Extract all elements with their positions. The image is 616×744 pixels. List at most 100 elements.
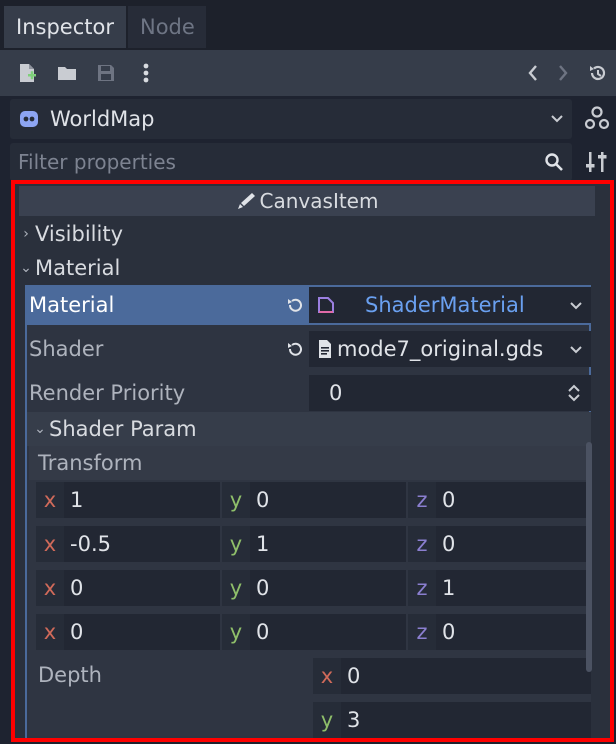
depth-x-row: x0 (313, 656, 591, 696)
transform-0-z-value: 0 (442, 488, 456, 512)
chevron-right-icon: › (23, 226, 29, 242)
axis-x-label: x (36, 526, 64, 562)
section-visibility[interactable]: › Visibility (17, 217, 123, 251)
axis-y-label: y (222, 614, 250, 650)
material-resource-picker[interactable]: ShaderMaterial (309, 287, 591, 323)
section-shader-param[interactable]: ⌄ Shader Param (27, 412, 591, 446)
transform-1-z-value: 0 (442, 532, 456, 556)
axis-z-label: z (408, 614, 436, 650)
material-property[interactable]: Material ShaderMaterial (25, 285, 591, 325)
render-priority-spinbox[interactable]: 0 (309, 375, 591, 411)
chevron-down-icon (570, 346, 582, 354)
section-visibility-label: Visibility (35, 222, 124, 246)
shader-material-icon (318, 297, 334, 313)
transform-label: Transform (29, 446, 591, 480)
axis-y-label: y (313, 702, 341, 738)
category-header: CanvasItem (19, 186, 595, 216)
transform-3-y[interactable]: y0 (222, 614, 406, 650)
transform-1-z[interactable]: z0 (408, 526, 591, 562)
render-priority-value: 0 (329, 381, 343, 405)
revert-icon[interactable] (285, 340, 305, 358)
axis-x-label: x (36, 614, 64, 650)
more-options-icon[interactable] (133, 60, 159, 86)
inspector-toolbar (0, 50, 616, 96)
axis-z-label: z (408, 570, 436, 606)
filter-placeholder: Filter properties (18, 150, 176, 174)
axis-z-label: z (408, 526, 436, 562)
transform-row-1: x -0.5 y1 z0 (36, 524, 591, 564)
transform-2-z-value: 1 (442, 576, 456, 600)
tab-inspector[interactable]: Inspector (4, 6, 126, 48)
section-material-label: Material (35, 256, 121, 280)
history-back-icon[interactable] (520, 60, 546, 86)
transform-1-x[interactable]: x -0.5 (36, 526, 220, 562)
chevron-down-icon (570, 302, 582, 310)
axis-x-label: x (313, 658, 341, 694)
transform-1-y-value: 1 (256, 532, 270, 556)
material-value: ShaderMaterial (365, 293, 525, 317)
new-resource-icon[interactable] (14, 60, 40, 86)
section-material[interactable]: ⌄ Material (17, 251, 120, 285)
depth-y[interactable]: y3 (313, 702, 591, 738)
shader-file-icon (319, 340, 331, 358)
inspector-properties: CanvasItem › Visibility ⌄ Material Materia… (15, 184, 610, 738)
transform-2-x[interactable]: x0 (36, 570, 220, 606)
transform-0-y-value: 0 (256, 488, 270, 512)
render-priority-property[interactable]: Render Priority 0 (25, 373, 591, 413)
depth-y-row: y3 (313, 700, 591, 738)
spin-arrows-icon[interactable] (567, 383, 581, 403)
transform-row-3: x0 y0 z0 (36, 612, 591, 652)
transform-0-x[interactable]: x1 (36, 482, 220, 518)
transform-3-x-value: 0 (70, 620, 84, 644)
shader-resource-picker[interactable]: mode7_original.gds (309, 331, 591, 367)
search-icon (545, 153, 563, 171)
object-selector[interactable]: WorldMap (10, 99, 572, 139)
godot-node-icon (20, 111, 38, 127)
depth-label: Depth (38, 663, 102, 687)
transform-2-z[interactable]: z1 (408, 570, 591, 606)
history-forward-icon[interactable] (550, 60, 576, 86)
depth-y-value: 3 (347, 708, 361, 732)
render-priority-label: Render Priority (29, 381, 186, 405)
dock-tab-bar: Inspector Node (0, 0, 616, 50)
axis-x-label: x (36, 570, 64, 606)
section-shader-param-label: Shader Param (49, 417, 197, 441)
save-icon[interactable] (93, 60, 119, 86)
axis-x-label: x (36, 482, 64, 518)
object-name: WorldMap (50, 107, 155, 131)
transform-1-y[interactable]: y1 (222, 526, 406, 562)
transform-3-x[interactable]: x0 (36, 614, 220, 650)
shader-value: mode7_original.gds (337, 337, 544, 361)
tab-node[interactable]: Node (128, 6, 206, 48)
object-history-icon[interactable] (585, 60, 611, 86)
transform-0-x-value: 1 (70, 488, 84, 512)
axis-y-label: y (222, 482, 250, 518)
chevron-down-icon: ⌄ (34, 421, 46, 437)
transform-1-x-value: -0.5 (70, 532, 111, 556)
transform-2-y[interactable]: y0 (222, 570, 406, 606)
filter-properties-input[interactable]: Filter properties (10, 143, 572, 181)
transform-row-2: x0 y0 z1 (36, 568, 591, 608)
transform-0-z[interactable]: z0 (408, 482, 591, 518)
revert-icon[interactable] (285, 296, 305, 314)
transform-3-y-value: 0 (256, 620, 270, 644)
chevron-down-icon (551, 115, 563, 123)
scrollbar[interactable] (586, 442, 592, 672)
shader-label: Shader (29, 337, 104, 361)
transform-2-y-value: 0 (256, 576, 270, 600)
depth-x[interactable]: x0 (313, 658, 591, 694)
property-tools-icon[interactable] (586, 150, 608, 174)
transform-3-z-value: 0 (442, 620, 456, 644)
canvas-item-icon (237, 193, 255, 209)
shader-property[interactable]: Shader mode7_original.gds (25, 329, 591, 369)
open-folder-icon[interactable] (54, 60, 80, 86)
category-title: CanvasItem (259, 189, 379, 213)
node-info-icon[interactable] (584, 104, 610, 132)
chevron-down-icon: ⌄ (20, 260, 32, 276)
axis-z-label: z (408, 482, 436, 518)
transform-3-z[interactable]: z0 (408, 614, 591, 650)
material-label: Material (29, 293, 115, 317)
axis-y-label: y (222, 526, 250, 562)
transform-0-y[interactable]: y0 (222, 482, 406, 518)
transform-row-0: x1 y0 z0 (36, 480, 591, 520)
